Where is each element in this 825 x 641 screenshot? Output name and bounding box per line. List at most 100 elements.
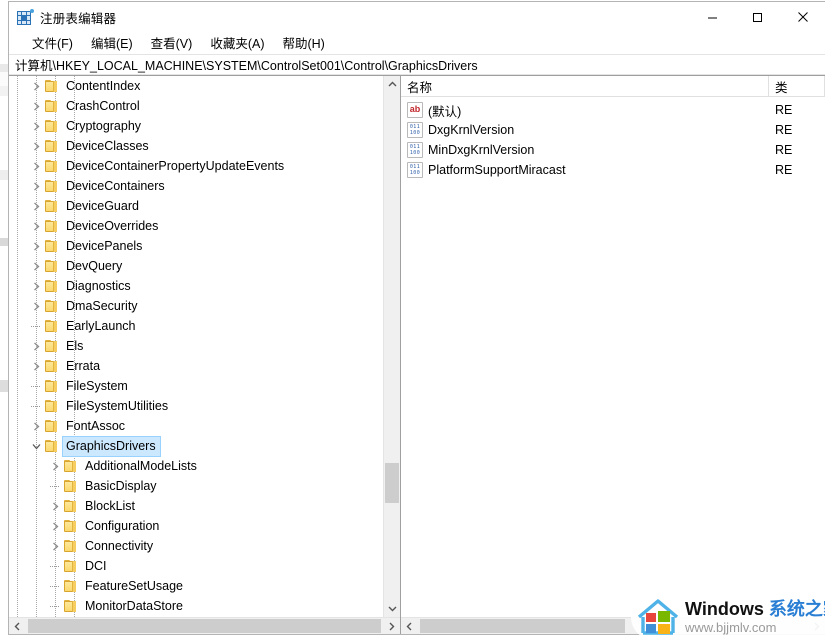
chevron-right-icon[interactable] xyxy=(28,196,44,216)
tree-item[interactable]: DevicePanels xyxy=(9,236,383,256)
folder-icon xyxy=(44,278,60,294)
tree-scroll-track[interactable] xyxy=(384,93,400,600)
column-header-type[interactable]: 类 xyxy=(769,76,825,96)
chevron-right-icon[interactable] xyxy=(28,416,44,436)
chevron-right-icon[interactable] xyxy=(47,536,63,556)
values-hscroll-track[interactable] xyxy=(418,618,808,634)
maximize-button[interactable] xyxy=(735,2,780,32)
value-row[interactable]: 011 100 MinDxgKrnlVersion RE xyxy=(401,140,825,160)
tree-hscroll-thumb[interactable] xyxy=(28,619,381,633)
tree-item-selected[interactable]: GraphicsDrivers xyxy=(9,435,383,457)
tree-item[interactable]: FontAssoc xyxy=(9,416,383,436)
folder-icon xyxy=(44,338,60,354)
menu-edit[interactable]: 编辑(E) xyxy=(82,31,142,55)
value-type-cell: RE xyxy=(775,163,793,177)
tree-item[interactable]: DeviceClasses xyxy=(9,136,383,156)
chevron-right-icon[interactable] xyxy=(47,496,63,516)
folder-icon xyxy=(63,478,79,494)
chevron-right-icon[interactable] xyxy=(28,116,44,136)
tree-scroll-left-button[interactable] xyxy=(9,618,26,634)
tree-item[interactable]: BasicDisplay xyxy=(9,476,383,496)
value-name-label: PlatformSupportMiracast xyxy=(428,163,566,177)
chevron-right-icon[interactable] xyxy=(28,156,44,176)
chevron-right-icon[interactable] xyxy=(28,76,44,96)
chevron-right-icon[interactable] xyxy=(28,136,44,156)
value-row[interactable]: (默认) RE xyxy=(401,100,825,120)
close-button[interactable] xyxy=(780,2,825,32)
tree-hscroll-track[interactable] xyxy=(26,618,383,634)
value-name-label: MinDxgKrnlVersion xyxy=(428,143,535,157)
tree-item[interactable]: DeviceGuard xyxy=(9,196,383,216)
tree-item[interactable]: EarlyLaunch xyxy=(9,316,383,336)
values-scroll-right-button[interactable] xyxy=(808,618,825,634)
tree-scroll-thumb[interactable] xyxy=(385,463,399,503)
menu-view[interactable]: 查看(V) xyxy=(142,31,202,55)
tree-item[interactable]: ContentIndex xyxy=(9,76,383,96)
tree-item[interactable]: Configuration xyxy=(9,516,383,536)
tree-item-label: Errata xyxy=(66,358,101,373)
folder-icon xyxy=(44,238,60,254)
value-row[interactable]: 011 100 DxgKrnlVersion RE xyxy=(401,120,825,140)
tree-scroll-right-button[interactable] xyxy=(383,618,400,634)
chevron-right-icon[interactable] xyxy=(28,356,44,376)
window-controls xyxy=(690,2,825,32)
tree-item[interactable]: DeviceContainerPropertyUpdateEvents xyxy=(9,156,383,176)
chevron-right-icon[interactable] xyxy=(28,296,44,316)
tree-item[interactable]: BlockList xyxy=(9,496,383,516)
menu-favorites[interactable]: 收藏夹(A) xyxy=(201,31,273,55)
chevron-right-icon[interactable] xyxy=(28,256,44,276)
values-horizontal-scrollbar[interactable] xyxy=(401,617,825,634)
tree-item-label: ContentIndex xyxy=(66,78,141,93)
minimize-button[interactable] xyxy=(690,2,735,32)
value-name-cell: 011 100 DxgKrnlVersion xyxy=(401,122,769,138)
tree-item[interactable]: DmaSecurity xyxy=(9,296,383,316)
tree-item-label: Connectivity xyxy=(85,538,154,553)
folder-icon xyxy=(44,398,60,414)
tree-item[interactable]: FileSystemUtilities xyxy=(9,396,383,416)
tree-item[interactable]: FileSystem xyxy=(9,376,383,396)
dword-value-icon: 011 100 xyxy=(407,122,423,138)
tree-item[interactable]: Cryptography xyxy=(9,116,383,136)
menu-help[interactable]: 帮助(H) xyxy=(273,31,333,55)
tree-item[interactable]: FeatureSetUsage xyxy=(9,576,383,596)
values-hscroll-thumb[interactable] xyxy=(420,619,625,633)
address-bar[interactable]: 计算机\HKEY_LOCAL_MACHINE\SYSTEM\ControlSet… xyxy=(9,54,825,75)
chevron-right-icon[interactable] xyxy=(28,336,44,356)
chevron-right-icon[interactable] xyxy=(47,516,63,536)
tree-item[interactable]: AdditionalModeLists xyxy=(9,456,383,476)
chevron-right-icon[interactable] xyxy=(47,456,63,476)
tree-item[interactable]: Diagnostics xyxy=(9,276,383,296)
tree-item[interactable]: DCI xyxy=(9,556,383,576)
tree-scroll-up-button[interactable] xyxy=(384,76,400,93)
tree-item-label: FileSystem xyxy=(66,378,128,393)
tree-item[interactable]: CrashControl xyxy=(9,96,383,116)
menu-file[interactable]: 文件(F) xyxy=(23,31,82,55)
tree-item-label: MonitorDataStore xyxy=(85,598,183,613)
chevron-right-icon[interactable] xyxy=(28,276,44,296)
tree-item[interactable]: MonitorDataStore xyxy=(9,596,383,616)
tree-item[interactable]: DevQuery xyxy=(9,256,383,276)
folder-icon xyxy=(44,218,60,234)
chevron-right-icon[interactable] xyxy=(28,216,44,236)
chevron-right-icon[interactable] xyxy=(28,236,44,256)
chevron-down-icon[interactable] xyxy=(28,436,44,456)
folder-icon xyxy=(44,178,60,194)
value-row[interactable]: 011 100 PlatformSupportMiracast RE xyxy=(401,160,825,180)
dword-value-icon: 011 100 xyxy=(407,142,423,158)
tree-item[interactable]: DeviceOverrides xyxy=(9,216,383,236)
tree-item[interactable]: Errata xyxy=(9,356,383,376)
tree-leaf-connector xyxy=(47,576,63,596)
tree-vertical-scrollbar[interactable] xyxy=(383,76,400,617)
tree-scroll-down-button[interactable] xyxy=(384,600,400,617)
tree-horizontal-scrollbar[interactable] xyxy=(9,617,400,634)
chevron-right-icon[interactable] xyxy=(28,176,44,196)
column-header-name[interactable]: 名称 xyxy=(401,76,769,96)
values-scroll-left-button[interactable] xyxy=(401,618,418,634)
chevron-right-icon[interactable] xyxy=(28,96,44,116)
tree-item[interactable]: Els xyxy=(9,336,383,356)
values-main: 名称 类 (默认) RE 011100 DxgKrnlVersion RE 011100 M… xyxy=(401,76,825,617)
tree-item[interactable]: DeviceContainers xyxy=(9,176,383,196)
value-type-cell: RE xyxy=(775,103,793,117)
tree-item[interactable]: Connectivity xyxy=(9,536,383,556)
value-name-cell: (默认) xyxy=(401,101,769,120)
